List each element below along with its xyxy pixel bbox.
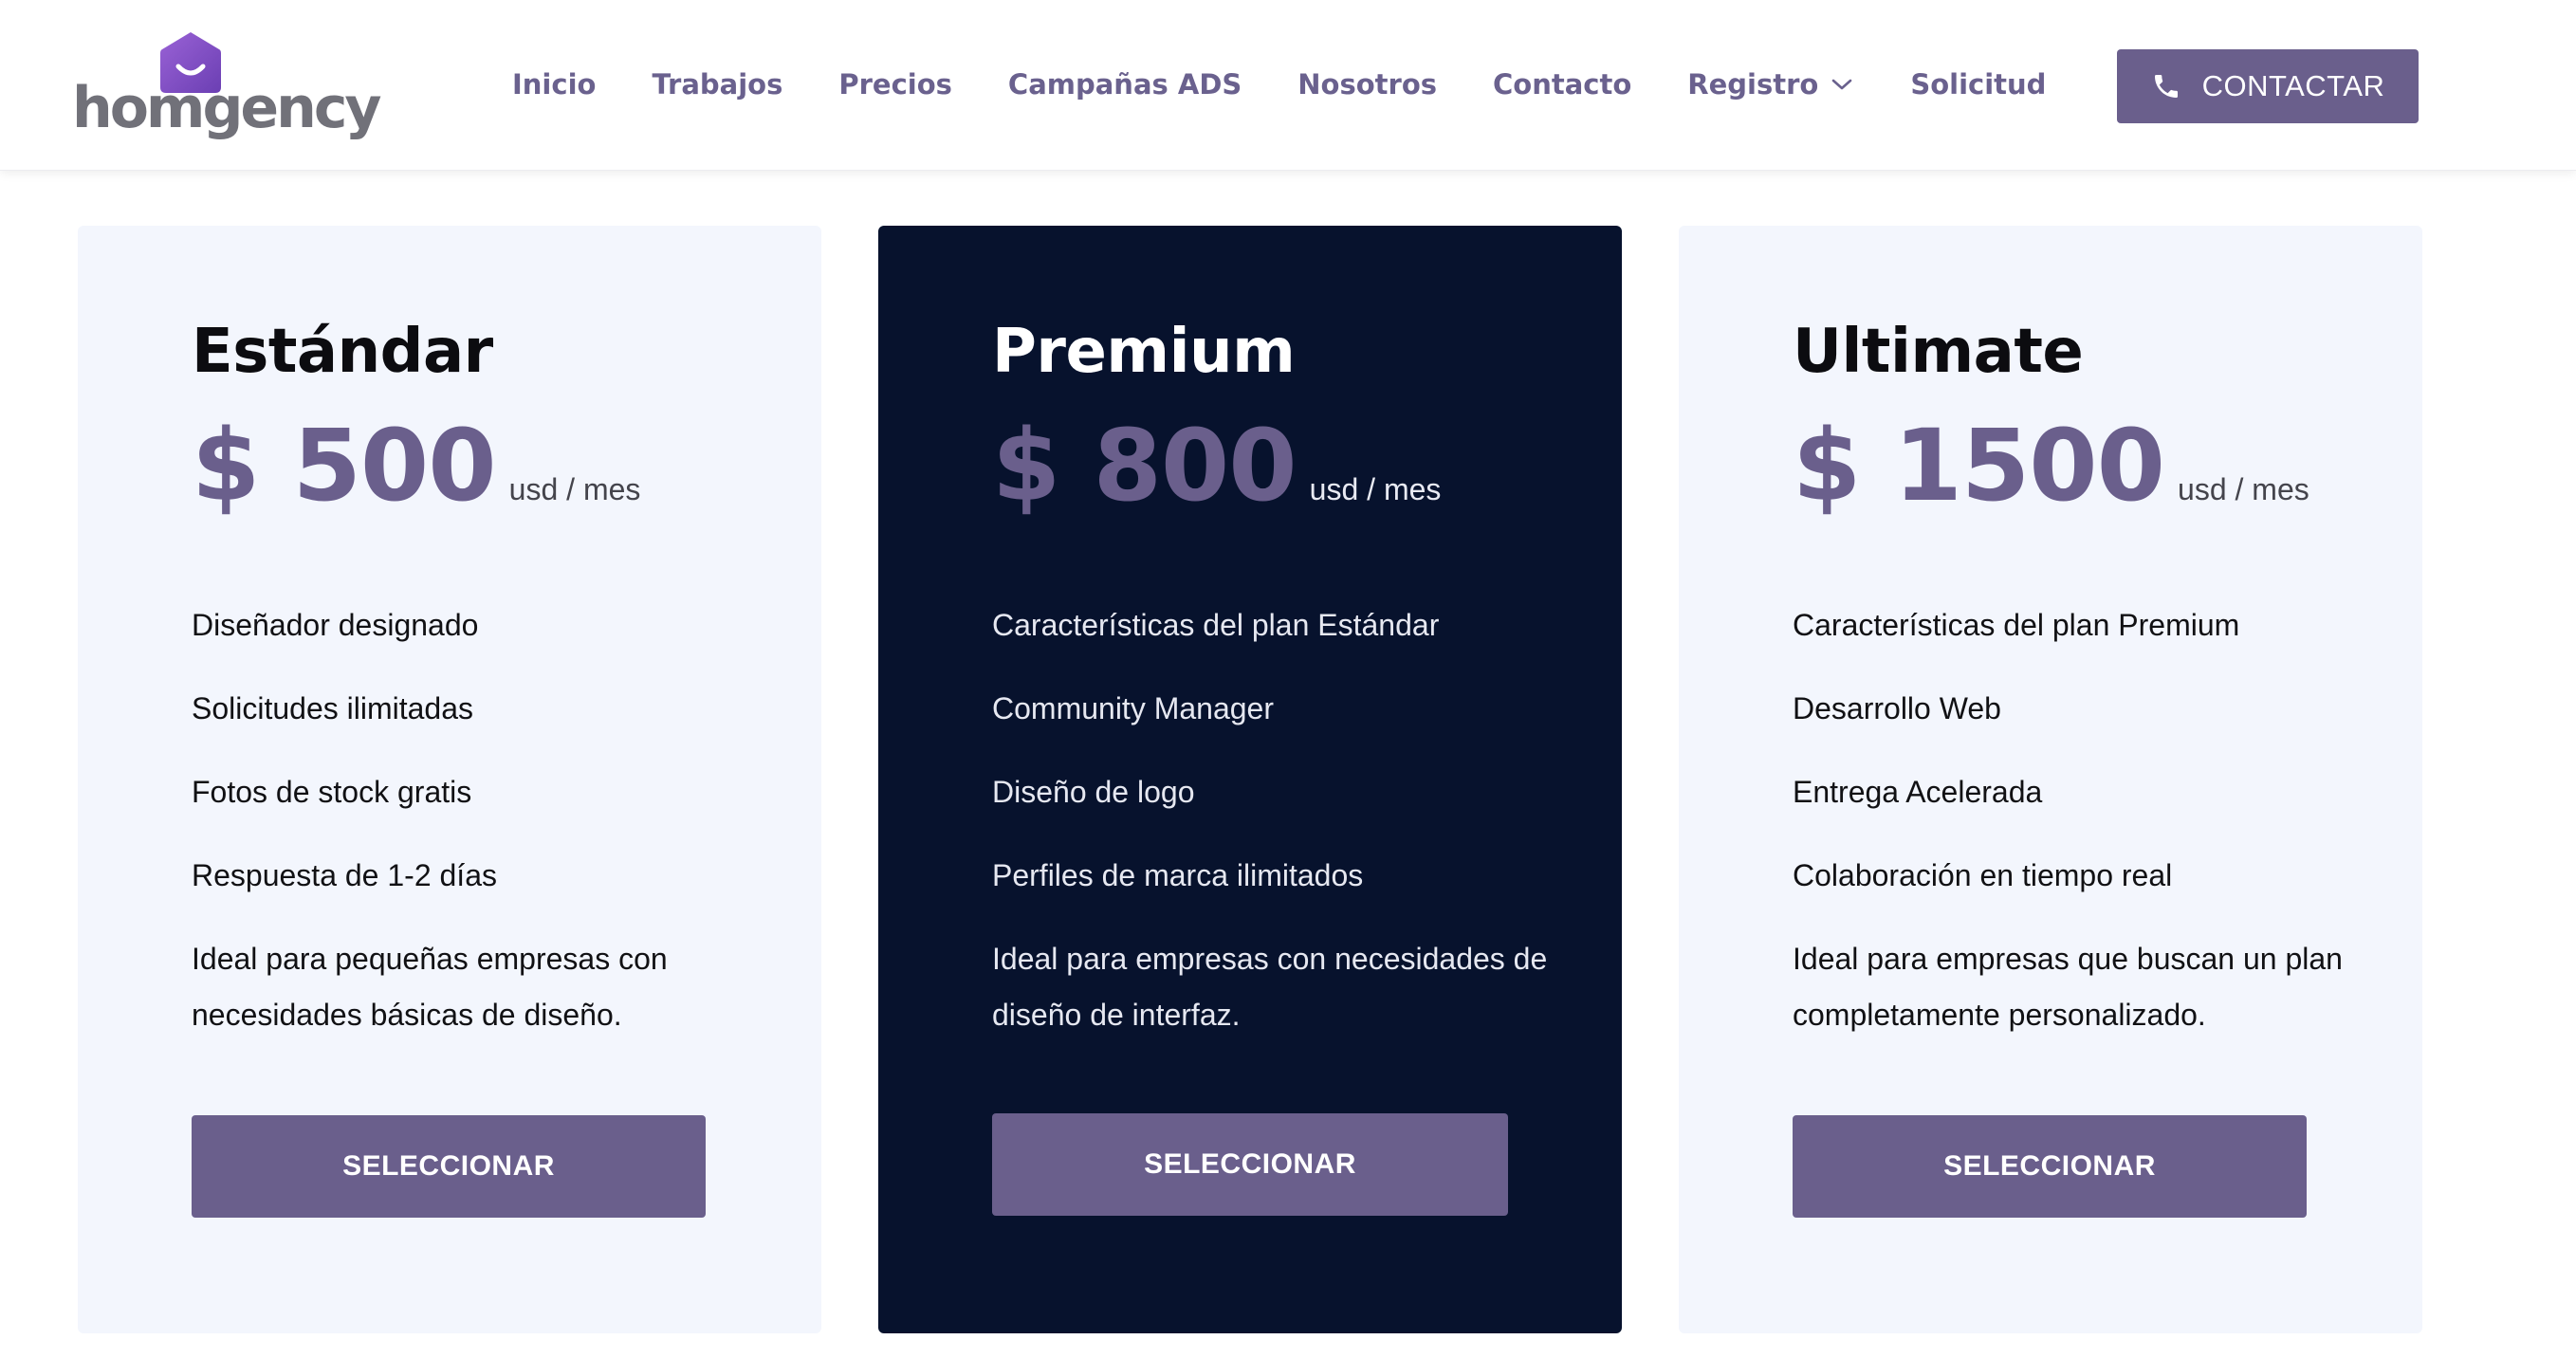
plan-feature: Respuesta de 1-2 días xyxy=(192,858,497,892)
plan-feature: Diseñador designado xyxy=(192,608,479,642)
plan-feature: Solicitudes ilimitadas xyxy=(192,691,474,725)
plan-feature: Colaboración en tiempo real xyxy=(1793,858,2173,892)
chevron-down-icon xyxy=(1832,79,1852,90)
plan-price-row: $ 500 usd / mes xyxy=(192,408,641,523)
plan-price-unit: usd / mes xyxy=(1309,472,1442,506)
plan-feature: Community Manager xyxy=(992,691,1274,725)
nav-item-trabajos[interactable]: Trabajos xyxy=(652,68,782,101)
plan-feature-list: Características del plan Estándar Commun… xyxy=(992,597,1561,1071)
plan-card-premium: Premium $ 800 usd / mes Características … xyxy=(878,226,1622,1333)
plan-price-row: $ 1500 usd / mes xyxy=(1793,408,2309,523)
site-header: homgency Inicio Trabajos Precios Campaña… xyxy=(0,0,2576,171)
nav-item-inicio[interactable]: Inicio xyxy=(512,68,596,101)
plan-title: Premium xyxy=(992,317,1296,387)
nav-item-nosotros[interactable]: Nosotros xyxy=(1297,68,1437,101)
plan-price: $ 800 xyxy=(992,408,1297,523)
plan-price-unit: usd / mes xyxy=(508,472,641,506)
nav-item-registro-label: Registro xyxy=(1687,68,1819,101)
plan-price-unit: usd / mes xyxy=(2178,472,2309,506)
plan-feature: Diseño de logo xyxy=(992,775,1195,809)
plan-title: Estándar xyxy=(192,317,493,387)
phone-icon xyxy=(2154,75,2178,98)
plan-feature: Fotos de stock gratis xyxy=(192,775,472,809)
plan-price: $ 1500 xyxy=(1793,408,2165,523)
plan-feature-list: Diseñador designado Solicitudes ilimitad… xyxy=(192,597,761,1071)
contact-button-label: CONTACTAR xyxy=(2201,69,2385,102)
plan-feature: Perfiles de marca ilimitados xyxy=(992,858,1364,892)
brand-wordmark: homgency xyxy=(72,75,381,141)
plan-title: Ultimate xyxy=(1793,317,2084,387)
plan-feature: Características del plan Estándar xyxy=(992,608,1440,642)
plan-price-row: $ 800 usd / mes xyxy=(992,408,1442,523)
plan-price: $ 500 xyxy=(192,408,497,523)
select-plan-button[interactable]: SELECCIONAR xyxy=(192,1115,706,1218)
nav-item-precios[interactable]: Precios xyxy=(838,68,952,101)
plan-feature: Características del plan Premium xyxy=(1793,608,2240,642)
nav-item-campanas-ads[interactable]: Campañas ADS xyxy=(1008,68,1242,101)
nav-item-contacto[interactable]: Contacto xyxy=(1493,68,1631,101)
select-plan-button[interactable]: SELECCIONAR xyxy=(992,1113,1508,1216)
plan-feature-list: Características del plan Premium Desarro… xyxy=(1793,597,2362,1071)
main-nav: Inicio Trabajos Precios Campañas ADS Nos… xyxy=(512,59,2046,110)
brand-logo[interactable]: homgency xyxy=(72,30,381,144)
contact-button[interactable]: CONTACTAR xyxy=(2117,49,2419,123)
plan-description: Ideal para empresas con necesidades de d… xyxy=(992,942,1548,1032)
nav-item-solicitud[interactable]: Solicitud xyxy=(1910,68,2046,101)
plan-description: Ideal para empresas que buscan un plan c… xyxy=(1793,942,2343,1032)
nav-item-registro[interactable]: Registro xyxy=(1687,68,1854,101)
select-plan-button[interactable]: SELECCIONAR xyxy=(1793,1115,2307,1218)
plan-description: Ideal para pequeñas empresas con necesid… xyxy=(192,942,668,1032)
plan-card-estandar: Estándar $ 500 usd / mes Diseñador desig… xyxy=(78,226,821,1333)
plan-feature: Entrega Acelerada xyxy=(1793,775,2043,809)
plan-card-ultimate: Ultimate $ 1500 usd / mes Característica… xyxy=(1679,226,2422,1333)
plan-feature: Desarrollo Web xyxy=(1793,691,2001,725)
